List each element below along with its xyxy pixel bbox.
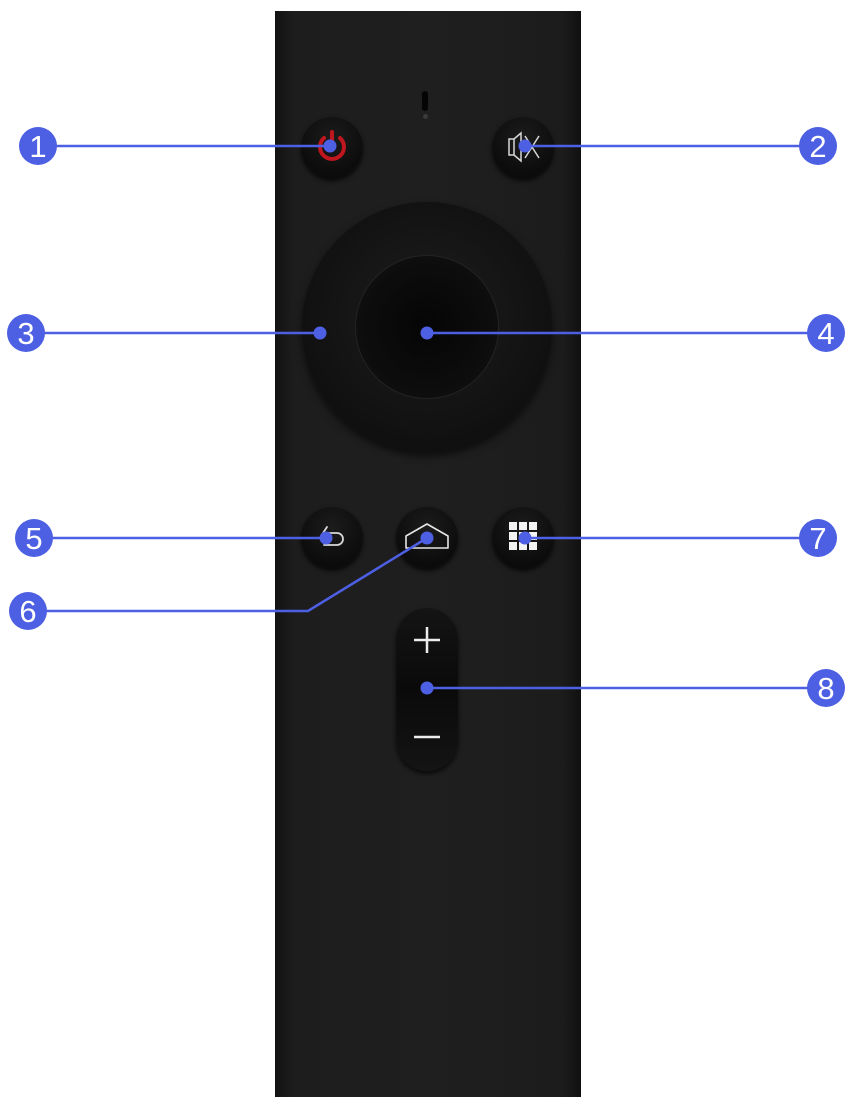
- callout-number-8: 8: [817, 671, 834, 706]
- callout-number-4: 4: [817, 316, 834, 351]
- callout-layer: 1 2 3 4 5 6 7 8: [7, 127, 845, 707]
- callout-number-5: 5: [25, 521, 42, 556]
- callout-number-1: 1: [29, 129, 46, 164]
- callout-number-3: 3: [17, 316, 34, 351]
- callout-dot-2: [518, 139, 532, 153]
- callout-number-7: 7: [809, 521, 826, 556]
- callout-number-2: 2: [809, 129, 826, 164]
- callout-dot-3: [313, 326, 327, 340]
- callout-dot-5: [319, 531, 333, 545]
- callout-dot-8: [420, 681, 434, 695]
- callout-leader-6: [28, 536, 428, 613]
- callout-dot-1: [323, 139, 337, 153]
- callout-number-6: 6: [19, 594, 36, 629]
- callout-dot-4: [420, 326, 434, 340]
- callout-dot-6: [420, 531, 434, 545]
- callout-dot-7: [518, 531, 532, 545]
